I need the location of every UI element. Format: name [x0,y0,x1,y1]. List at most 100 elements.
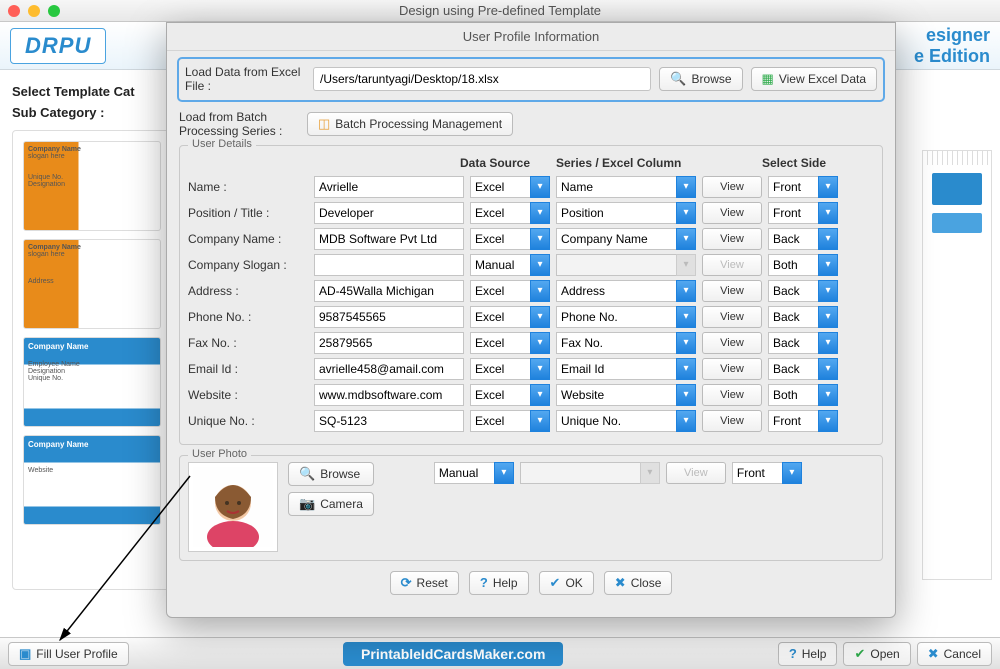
field-value-input[interactable] [314,410,464,432]
side-select[interactable]: Front ▾ [768,202,838,224]
data-source-select[interactable]: Excel ▾ [470,280,550,302]
excel-column-select[interactable]: Name ▾ [556,176,696,198]
data-source-select[interactable]: Excel ▾ [470,228,550,250]
field-value-input[interactable] [314,332,464,354]
reset-button[interactable]: ⟳ Reset [390,571,459,595]
search-icon: 🔍 [670,71,686,87]
photo-camera-button[interactable]: 📷 Camera [288,492,374,516]
template-card[interactable]: Company Name slogan here Address [23,239,161,329]
side-select[interactable]: Both ▾ [768,254,838,276]
view-button[interactable]: View [702,202,762,224]
header-data-source: Data Source [460,156,550,170]
browse-excel-button[interactable]: 🔍 Browse [659,67,742,91]
detail-row: Name : Excel ▾ Name ▾ View Front ▾ [188,176,874,198]
data-source-select[interactable]: Excel ▾ [470,306,550,328]
excel-column-select[interactable]: Company Name ▾ [556,228,696,250]
chevron-down-icon: ▾ [818,410,838,432]
view-button[interactable]: View [702,384,762,406]
batch-processing-button[interactable]: ◫ Batch Processing Management [307,112,513,136]
side-select[interactable]: Front ▾ [768,176,838,198]
photo-side-select[interactable]: Front ▾ [732,462,802,484]
view-button: View [702,254,762,276]
help-button[interactable]: ? Help [778,642,838,666]
side-select[interactable]: Back ▾ [768,306,838,328]
view-button[interactable]: View [702,228,762,250]
window-titlebar: Design using Pre-defined Template [0,0,1000,22]
data-source-select[interactable]: Excel ▾ [470,332,550,354]
view-button[interactable]: View [702,280,762,302]
dialog-close-button[interactable]: ✖ Close [604,571,673,595]
view-button[interactable]: View [702,358,762,380]
excel-path-input[interactable] [313,67,651,91]
fill-user-profile-button[interactable]: ▣ Fill User Profile [8,642,129,666]
check-icon: ✔ [550,575,561,591]
chevron-down-icon: ▾ [676,358,696,380]
chevron-down-icon: ▾ [818,254,838,276]
detail-row: Website : Excel ▾ Website ▾ View Both ▾ [188,384,874,406]
chevron-down-icon: ▾ [818,176,838,198]
side-select[interactable]: Front ▾ [768,410,838,432]
data-source-select[interactable]: Excel ▾ [470,384,550,406]
header-select-side: Select Side [762,156,838,170]
cancel-button[interactable]: ✖ Cancel [917,642,992,666]
data-source-select[interactable]: Excel ▾ [470,202,550,224]
detail-row: Company Name : Excel ▾ Company Name ▾ Vi… [188,228,874,250]
data-source-select[interactable]: Excel ▾ [470,358,550,380]
chevron-down-icon: ▾ [818,306,838,328]
brand-logo: DRPU [10,28,106,64]
side-select[interactable]: Back ▾ [768,228,838,250]
side-select[interactable]: Back ▾ [768,332,838,354]
dialog-help-button[interactable]: ? Help [469,571,529,595]
view-button[interactable]: View [702,176,762,198]
header-excel-column: Series / Excel Column [556,156,696,170]
excel-column-select[interactable]: Email Id ▾ [556,358,696,380]
open-button[interactable]: ✔ Open [843,642,910,666]
field-value-input[interactable] [314,306,464,328]
view-button[interactable]: View [702,306,762,328]
excel-column-select[interactable]: Fax No. ▾ [556,332,696,354]
chevron-down-icon: ▾ [530,384,550,406]
field-value-input[interactable] [314,358,464,380]
chevron-down-icon: ▾ [818,202,838,224]
field-label: Phone No. : [188,310,308,324]
watermark: PrintableIdCardsMaker.com [343,642,563,666]
field-value-input[interactable] [314,202,464,224]
field-value-input[interactable] [314,280,464,302]
side-select[interactable]: Back ▾ [768,358,838,380]
photo-browse-button[interactable]: 🔍 Browse [288,462,374,486]
chevron-down-icon: ▾ [676,202,696,224]
template-card[interactable]: Company Name slogan here Unique No. Desi… [23,141,161,231]
side-select[interactable]: Back ▾ [768,280,838,302]
chevron-down-icon: ▾ [818,228,838,250]
field-value-input[interactable] [314,228,464,250]
excel-column-select[interactable]: Unique No. ▾ [556,410,696,432]
data-source-select[interactable]: Manual ▾ [470,254,550,276]
load-excel-label: Load Data from Excel File : [185,65,305,94]
excel-column-select[interactable]: Position ▾ [556,202,696,224]
photo-data-source-select[interactable]: Manual ▾ [434,462,514,484]
field-value-input[interactable] [314,176,464,198]
window-title: Design using Pre-defined Template [0,3,1000,18]
data-source-select[interactable]: Excel ▾ [470,410,550,432]
excel-column-select[interactable]: Address ▾ [556,280,696,302]
view-excel-data-button[interactable]: ▦ View Excel Data [751,67,877,91]
field-label: Company Slogan : [188,258,308,272]
field-value-input[interactable] [314,254,464,276]
template-card[interactable]: Company Name Website Address [23,435,161,525]
ok-button[interactable]: ✔ OK [539,571,594,595]
preview-thumbnail [932,173,982,205]
template-card[interactable]: Company Name Employee Name Designation U… [23,337,161,427]
chevron-down-icon: ▾ [530,176,550,198]
excel-column-select: ▾ [556,254,696,276]
help-icon: ? [480,575,488,590]
excel-column-select[interactable]: Phone No. ▾ [556,306,696,328]
dialog-footer: ⟳ Reset ? Help ✔ OK ✖ Close [179,561,883,609]
field-value-input[interactable] [314,384,464,406]
view-button[interactable]: View [702,332,762,354]
excel-column-select[interactable]: Website ▾ [556,384,696,406]
field-label: Company Name : [188,232,308,246]
photo-column-select: ▾ [520,462,660,484]
side-select[interactable]: Both ▾ [768,384,838,406]
data-source-select[interactable]: Excel ▾ [470,176,550,198]
view-button[interactable]: View [702,410,762,432]
